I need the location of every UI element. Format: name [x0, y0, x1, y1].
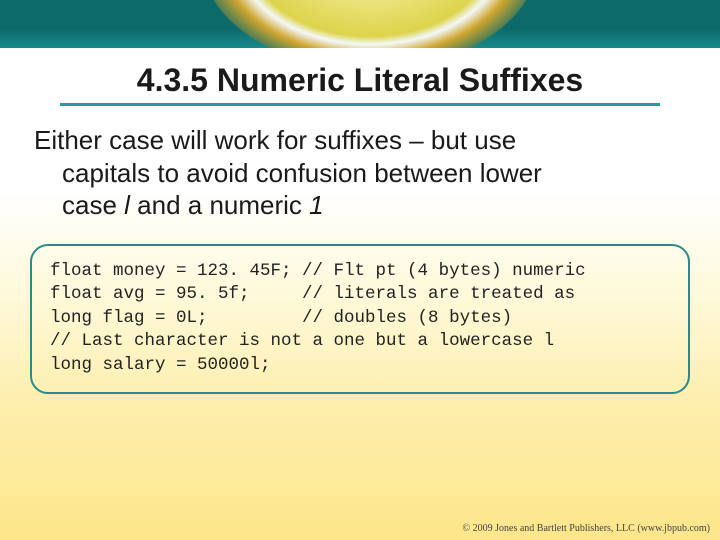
- slide-heading: 4.3.5 Numeric Literal Suffixes: [60, 62, 660, 106]
- body-line2b: case: [62, 190, 124, 220]
- copyright-footer: © 2009 Jones and Bartlett Publishers, LL…: [463, 523, 710, 534]
- heading-container: 4.3.5 Numeric Literal Suffixes: [0, 48, 720, 110]
- body-line2a: capitals to avoid confusion between lowe…: [62, 158, 542, 188]
- code-l5: long salary = 50000l;: [50, 355, 271, 375]
- code-l2: float avg = 95. 5f; // literals are trea…: [50, 284, 575, 304]
- body-line1: Either case will work for suffixes – but…: [34, 125, 516, 155]
- code-block: float money = 123. 45F; // Flt pt (4 byt…: [30, 244, 690, 394]
- balloon-graphic: [200, 0, 540, 48]
- body-mid: and a numeric: [130, 190, 309, 220]
- top-banner: [0, 0, 720, 48]
- italic-1: 1: [309, 190, 323, 220]
- code-l3: long flag = 0L; // doubles (8 bytes): [50, 308, 512, 328]
- code-l4: // Last character is not a one but a low…: [50, 331, 554, 351]
- body-paragraph: Either case will work for suffixes – but…: [0, 110, 720, 222]
- code-l1: float money = 123. 45F; // Flt pt (4 byt…: [50, 261, 586, 281]
